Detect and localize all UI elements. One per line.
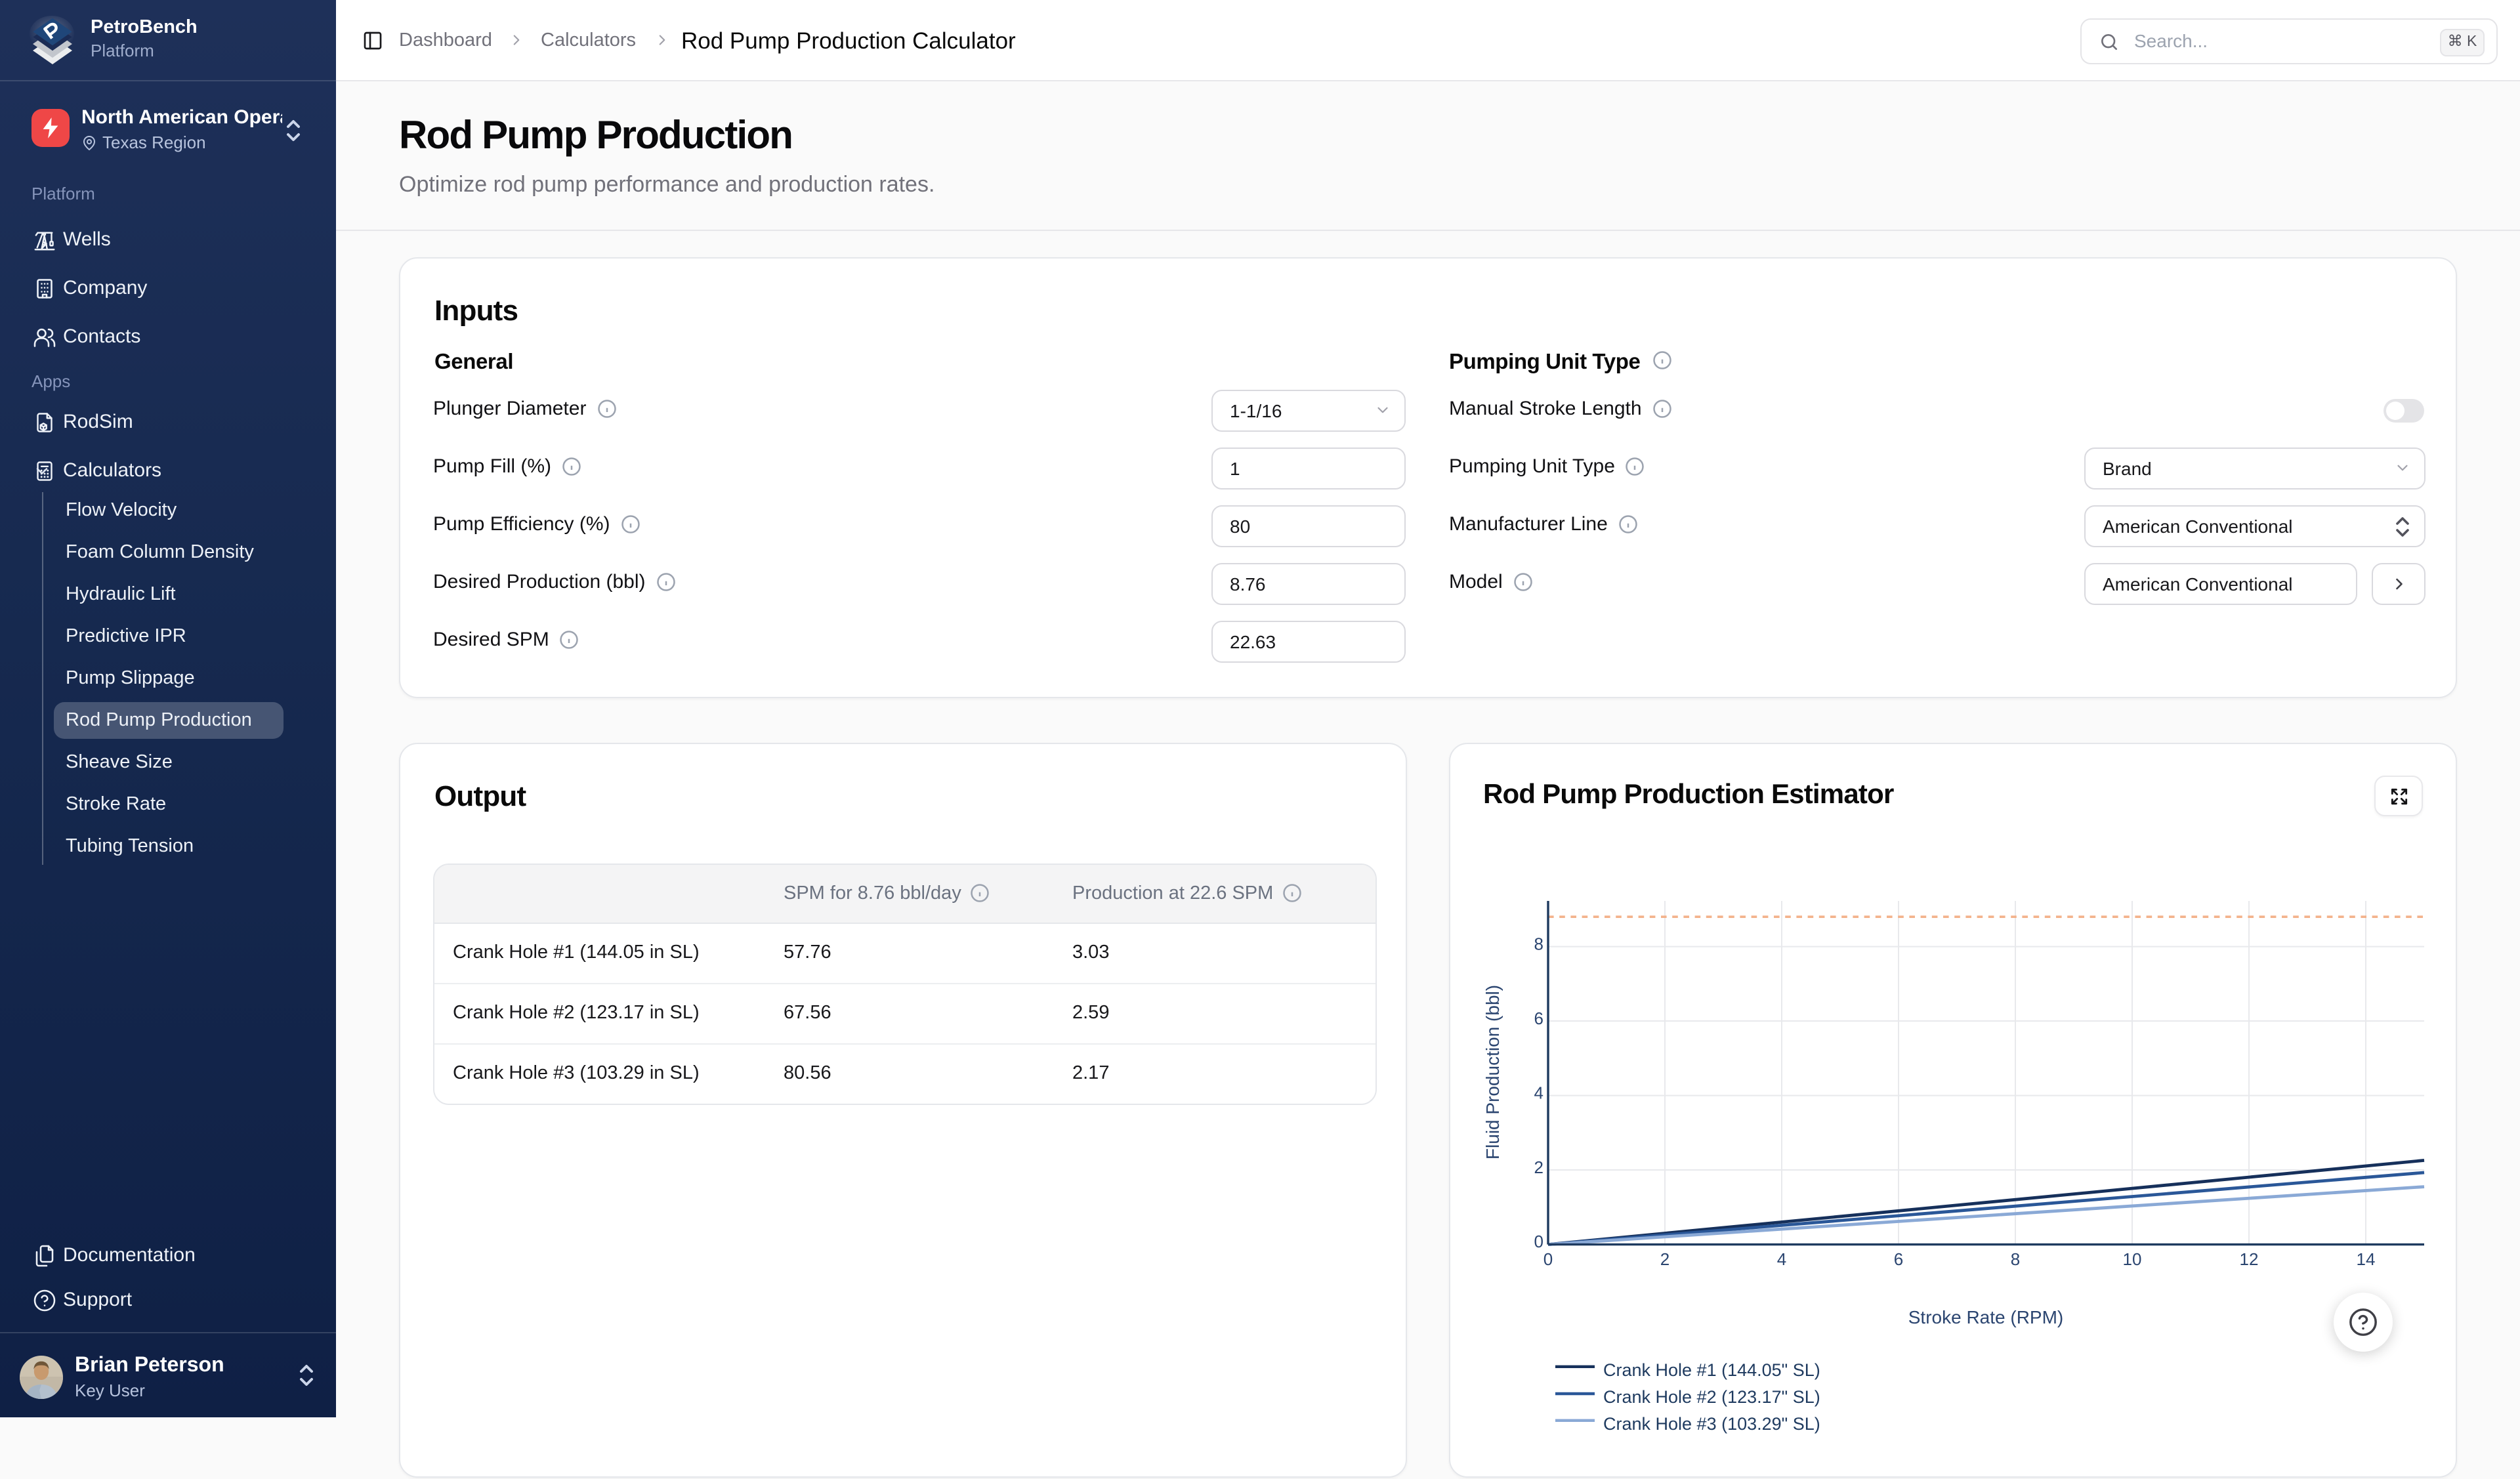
svg-text:2: 2: [1660, 1249, 1670, 1269]
svg-text:Stroke Rate (RPM): Stroke Rate (RPM): [1908, 1307, 2064, 1327]
svg-text:Crank Hole #1 (144.05" SL): Crank Hole #1 (144.05" SL): [1603, 1360, 1820, 1380]
svg-text:8: 8: [1534, 934, 1544, 954]
svg-text:10: 10: [2123, 1249, 2142, 1269]
svg-text:0: 0: [1534, 1232, 1544, 1251]
svg-text:12: 12: [2240, 1249, 2259, 1269]
svg-text:6: 6: [1894, 1249, 1903, 1269]
svg-text:Crank Hole #2 (123.17" SL): Crank Hole #2 (123.17" SL): [1603, 1387, 1820, 1407]
svg-text:0: 0: [1544, 1249, 1553, 1269]
svg-text:4: 4: [1534, 1083, 1544, 1103]
svg-text:2: 2: [1534, 1157, 1544, 1177]
svg-text:4: 4: [1777, 1249, 1786, 1269]
svg-text:Fluid Production (bbl): Fluid Production (bbl): [1482, 985, 1503, 1159]
svg-text:8: 8: [2011, 1249, 2020, 1269]
svg-text:14: 14: [2357, 1249, 2376, 1269]
svg-text:6: 6: [1534, 1009, 1544, 1028]
